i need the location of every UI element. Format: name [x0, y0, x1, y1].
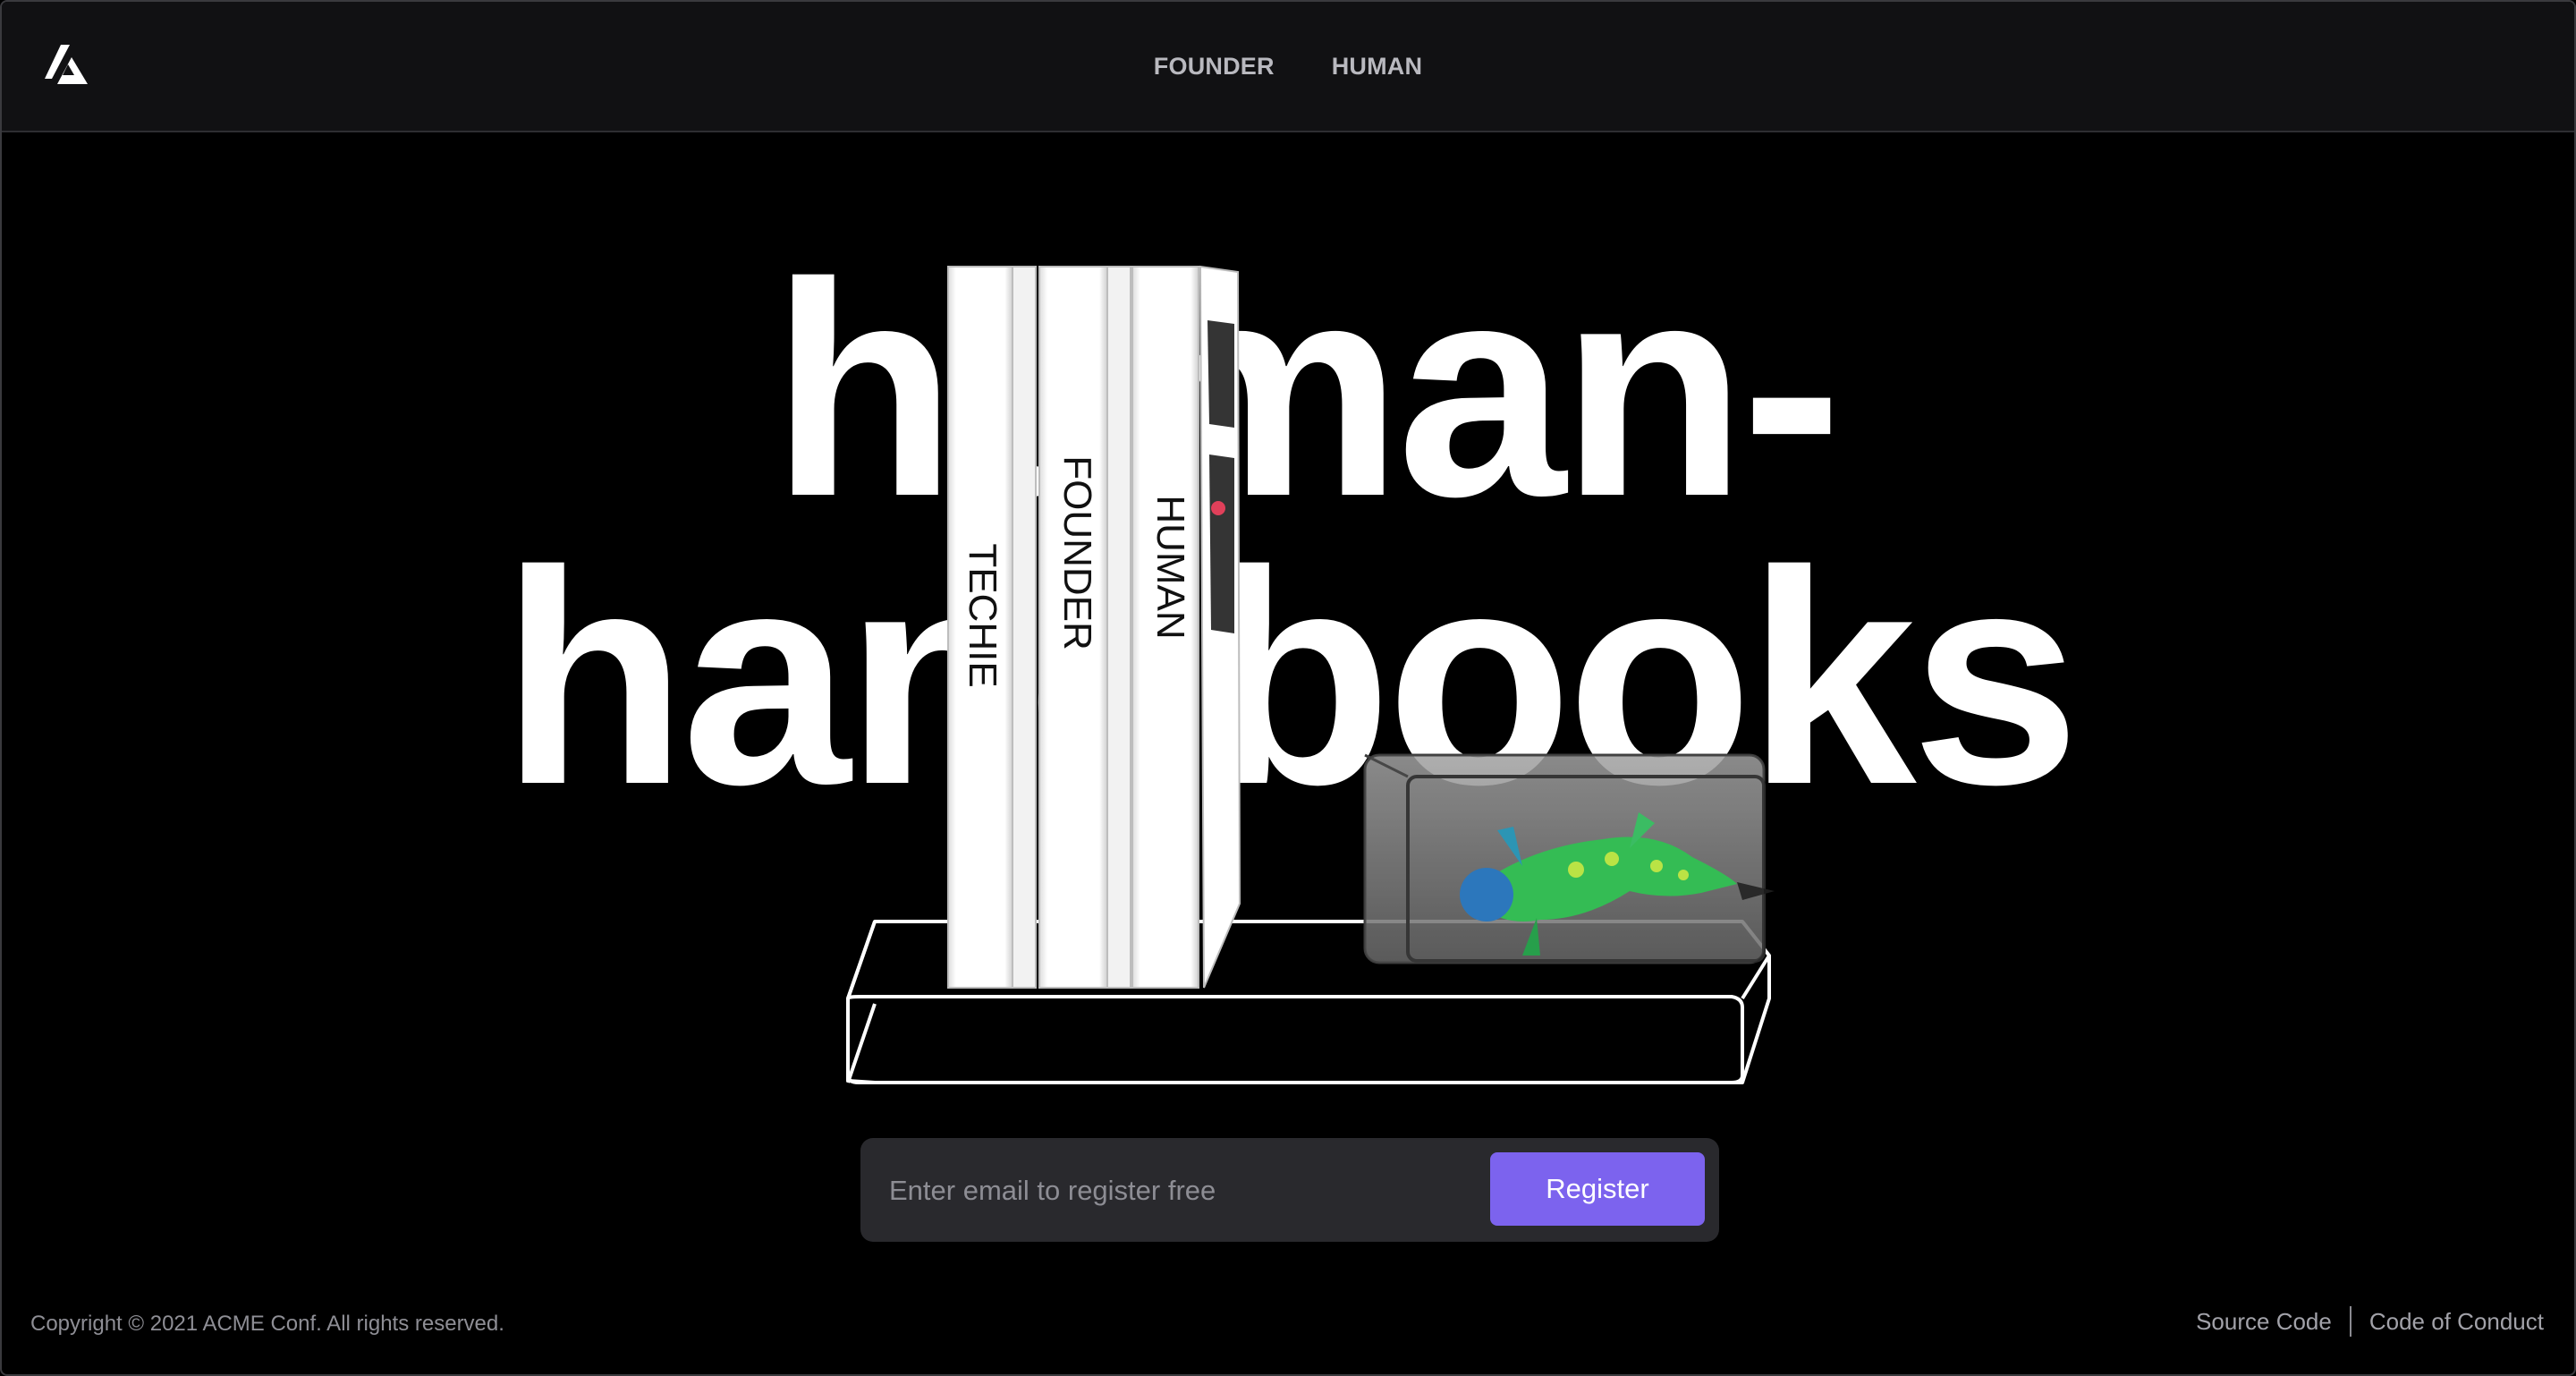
footer-link-source-code[interactable]: Source Code: [2196, 1308, 2332, 1336]
hero-title-line-1: human-: [771, 220, 1843, 560]
register-form: Register: [860, 1138, 1719, 1242]
hero-section: human- handbooks TECHIE FOUNDER HUMAN: [2, 132, 2574, 1117]
footer-links: Source Code Code of Conduct: [2196, 1306, 2544, 1337]
main-nav: FOUNDER HUMAN: [2, 2, 2574, 131]
shelf-outline: [846, 920, 1771, 1084]
nav-item-founder[interactable]: FOUNDER: [1154, 53, 1275, 81]
nav-item-human[interactable]: HUMAN: [1332, 53, 1423, 81]
email-input[interactable]: [887, 1158, 1445, 1224]
hero-title-line-2: handbooks: [501, 508, 2080, 848]
footer-divider: [2349, 1306, 2351, 1337]
copyright-text: Copyright © 2021 ACME Conf. All rights r…: [30, 1312, 504, 1336]
footer-link-code-of-conduct[interactable]: Code of Conduct: [2369, 1308, 2544, 1336]
app-window: FOUNDER HUMAN human- handbooks TECHIE FO…: [0, 0, 2576, 1376]
top-header: FOUNDER HUMAN: [2, 2, 2574, 132]
register-button[interactable]: Register: [1490, 1152, 1705, 1226]
